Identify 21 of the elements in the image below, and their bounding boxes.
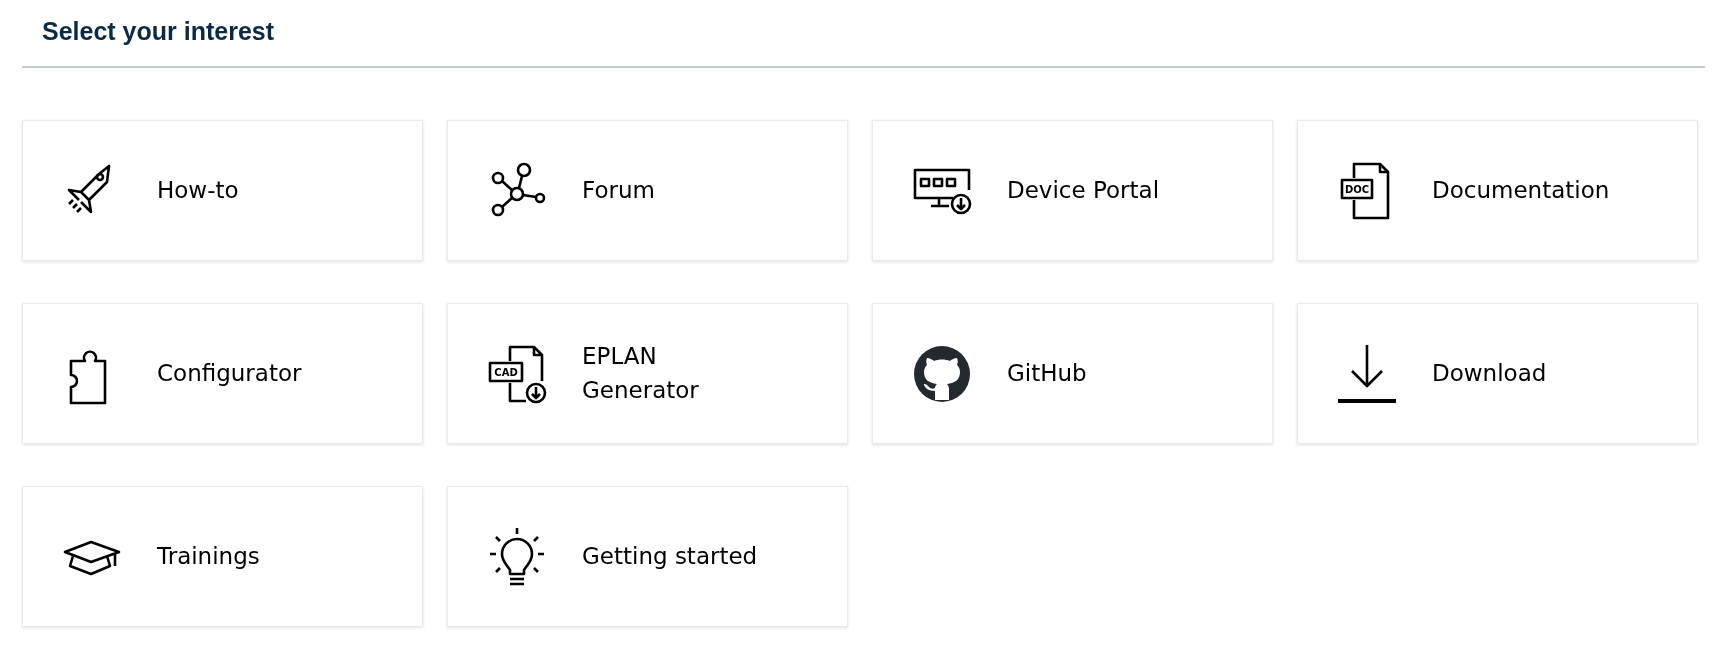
tile-label: Configurator xyxy=(157,358,302,388)
tile-label: Getting started xyxy=(582,541,758,571)
interest-tile[interactable]: Getting started xyxy=(447,486,848,627)
interest-tile[interactable]: Forum xyxy=(447,120,848,261)
tile-label: Documentation xyxy=(1432,175,1610,205)
tile-label: GitHub xyxy=(1007,358,1087,388)
tile-label: Forum xyxy=(582,175,655,205)
interest-tile[interactable]: Trainings xyxy=(22,486,423,627)
interest-tile[interactable]: GitHub xyxy=(872,303,1273,444)
interest-tile[interactable]: How-to xyxy=(22,120,423,261)
tile-label: Trainings xyxy=(157,541,260,571)
interest-tile[interactable]: Device Portal xyxy=(872,120,1273,261)
interest-tile[interactable]: DOC Documentation xyxy=(1297,120,1698,261)
tile-label: How-to xyxy=(157,175,239,205)
section-heading: Select your interest xyxy=(42,16,276,47)
interest-tile[interactable]: Configurator xyxy=(22,303,423,444)
tile-label: EPLAN Generator xyxy=(582,342,700,405)
interest-tile[interactable]: CAD EPLAN Generator xyxy=(447,303,848,444)
tile-label: Device Portal xyxy=(1007,175,1160,205)
tile-label: Download xyxy=(1432,358,1547,388)
interest-tile[interactable]: Download xyxy=(1297,303,1698,444)
